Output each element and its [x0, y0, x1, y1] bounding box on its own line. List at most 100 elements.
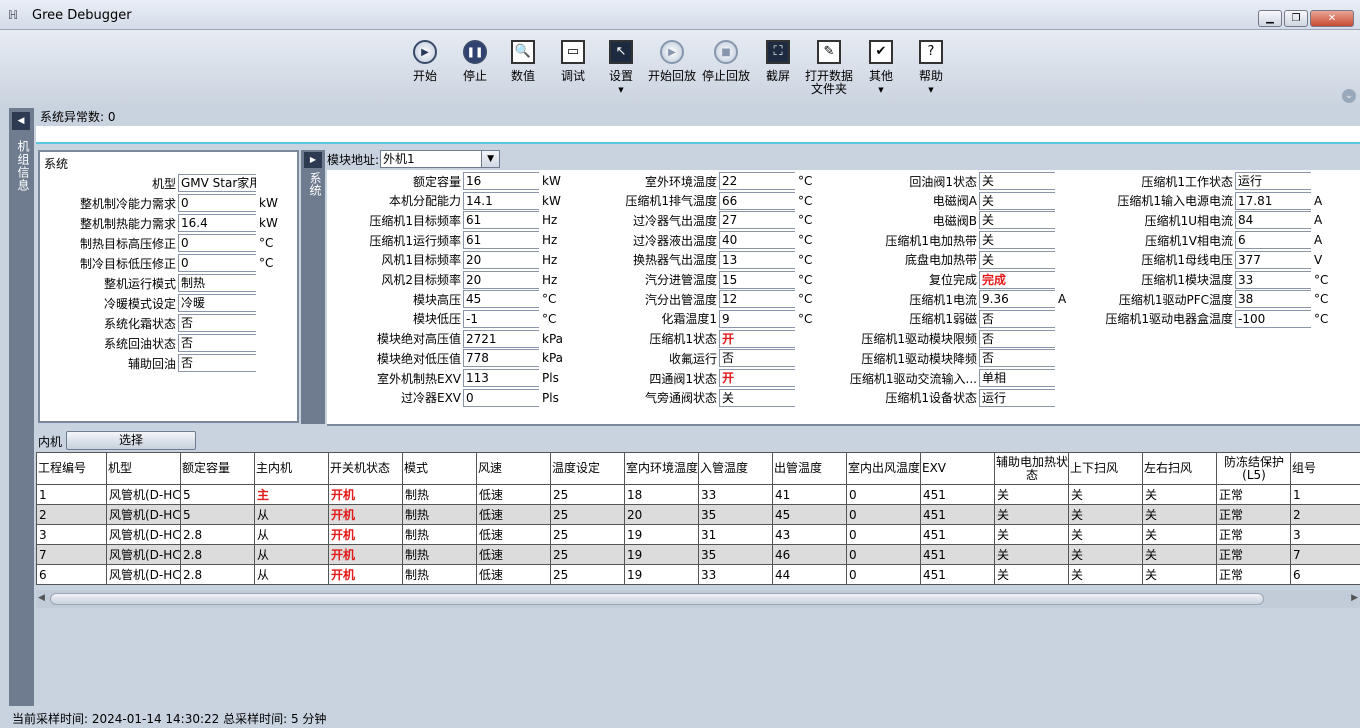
- module-field: 压缩机1母线电压 377 V: [1087, 250, 1323, 269]
- column-header[interactable]: 入管温度: [698, 452, 773, 485]
- field-label: 汽分进管温度: [644, 273, 717, 287]
- title-bar: ℍ Gree Debugger ▁ ❐ ✕: [0, 0, 1360, 30]
- field-value: 完成: [979, 270, 1055, 289]
- field-value: 6: [1235, 231, 1311, 250]
- unit-info-strip[interactable]: ◀ 机组信息: [9, 108, 34, 706]
- table-cell: 低速: [476, 544, 551, 565]
- scrollbar-thumb[interactable]: [50, 593, 1264, 605]
- module-field: 压缩机1驱动交流输入... 单相: [831, 369, 1058, 387]
- module-field: 模块高压 45 °C: [327, 290, 556, 309]
- minimize-button[interactable]: ▁: [1258, 10, 1282, 27]
- module-field: 压缩机1V相电流 6 A: [1087, 231, 1322, 250]
- table-cell: 2.8: [180, 544, 255, 565]
- field-label: 压缩机1驱动电器盒温度: [1105, 312, 1233, 327]
- other-button[interactable]: ✔ 其他 ▼: [864, 38, 898, 97]
- scroll-right-icon[interactable]: ▶: [1351, 593, 1358, 603]
- system-field: 制热目标高压修正 0 °C: [42, 234, 273, 252]
- field-value: 38: [1235, 290, 1311, 309]
- table-cell: 关: [1068, 504, 1143, 525]
- table-row[interactable]: 1 风管机(D-HC 5 主开机 制热 低速 25 18 33 41 0 451 关关关正常 1: [36, 484, 1360, 505]
- column-header[interactable]: 额定容量: [180, 452, 255, 485]
- column-header[interactable]: 主内机: [254, 452, 329, 485]
- collapse-ribbon-icon[interactable]: ⌄: [1342, 89, 1356, 103]
- field-unit: A: [1314, 213, 1323, 228]
- field-label: 压缩机1驱动模块降频: [861, 351, 977, 366]
- table-row[interactable]: 6 风管机(D-HC 2.8 从开机 制热 低速 25 19 33 44 0 451 关关关正常 6: [36, 564, 1360, 585]
- module-address-select[interactable]: 外机1 ▼: [380, 150, 501, 168]
- field-value: 20: [463, 270, 539, 289]
- column-header[interactable]: 左右扫风: [1142, 452, 1217, 485]
- start-replay-button[interactable]: ▶ 开始回放: [646, 38, 698, 83]
- field-label: 压缩机1设备状态: [885, 391, 977, 406]
- column-header[interactable]: 辅助电加热状态: [994, 452, 1069, 485]
- column-header[interactable]: 出管温度: [772, 452, 847, 485]
- chevron-down-icon[interactable]: ▼: [481, 151, 500, 167]
- column-header[interactable]: 室内环境温度: [624, 452, 699, 485]
- table-cell: 关: [994, 524, 1069, 545]
- column-header[interactable]: 防冻结保护(L5): [1216, 452, 1291, 485]
- field-label: 压缩机1驱动模块限频: [861, 332, 977, 347]
- table-row[interactable]: 7 风管机(D-HC 2.8 从开机 制热 低速 25 19 35 46 0 451 关关关正常 7: [36, 544, 1360, 565]
- table-cell: 从: [254, 524, 329, 545]
- dropdown-arrow-icon: ▼: [618, 86, 624, 94]
- column-header[interactable]: 组号: [1290, 452, 1360, 485]
- screenshot-label: 截屏: [765, 69, 790, 83]
- help-button[interactable]: ? 帮助 ▼: [914, 38, 948, 97]
- field-unit: °C: [798, 193, 813, 208]
- field-label: 压缩机1状态: [649, 332, 717, 347]
- open-data-folder-button[interactable]: ✎ 打开数据 文件夹: [804, 38, 854, 96]
- table-cell: 关: [994, 484, 1069, 505]
- column-header[interactable]: 机型: [106, 452, 181, 485]
- module-field: 本机分配能力 14.1 kW: [327, 191, 561, 210]
- column-header[interactable]: 模式: [402, 452, 477, 485]
- expand-right-icon[interactable]: ▶: [304, 152, 322, 168]
- screenshot-button[interactable]: ⛶ 截屏: [758, 38, 798, 83]
- system-field: 冷暖模式设定 冷暖: [42, 294, 259, 312]
- table-row[interactable]: 3 风管机(D-HC 2.8 从开机 制热 低速 25 19 31 43 0 451 关关关正常 3: [36, 524, 1360, 545]
- scroll-left-icon[interactable]: ◀: [38, 593, 45, 603]
- select-button[interactable]: 选择: [66, 431, 196, 450]
- column-header[interactable]: 温度设定: [550, 452, 625, 485]
- stop-label: 停止: [462, 69, 487, 83]
- field-label: 回油阀1状态: [909, 174, 977, 189]
- table-cell: 开机: [328, 484, 403, 505]
- field-label: 压缩机1母线电压: [1141, 253, 1233, 268]
- values-button[interactable]: 🔍 数值: [506, 38, 540, 83]
- table-cell: 关: [994, 544, 1069, 565]
- table-cell: 5: [180, 484, 255, 505]
- table-cell: 制热: [402, 524, 477, 545]
- field-value: 778: [463, 349, 539, 368]
- table-cell: 关: [1068, 524, 1143, 545]
- horizontal-scrollbar[interactable]: ◀ ▶: [36, 590, 1360, 608]
- module-field: 过冷器液出温度 40 °C: [577, 231, 812, 250]
- table-cell: 制热: [402, 504, 477, 525]
- table-cell: 451: [920, 564, 995, 585]
- cursor-icon-glyph: ↖: [609, 40, 633, 64]
- field-unit: °C: [798, 292, 813, 307]
- table-cell: 5: [180, 504, 255, 525]
- field-label: 底盘电加热带: [904, 253, 977, 268]
- settings-button[interactable]: ↖ 设置 ▼: [604, 38, 638, 97]
- column-header[interactable]: 工程编号: [36, 452, 107, 485]
- module-field: 压缩机1模块温度 33 °C: [1087, 270, 1328, 289]
- column-header[interactable]: 室内出风温度: [846, 452, 921, 485]
- table-cell: 风管机(D-HC: [106, 524, 181, 545]
- field-unit: V: [1314, 252, 1323, 267]
- module-side-strip[interactable]: ▶ 系统: [301, 150, 325, 424]
- start-button[interactable]: ▶ 开始: [408, 38, 442, 83]
- column-header[interactable]: 上下扫风: [1068, 452, 1143, 485]
- column-header[interactable]: 风速: [476, 452, 551, 485]
- debug-button[interactable]: ▭ 调试: [556, 38, 590, 83]
- stop-replay-button[interactable]: ■ 停止回放: [700, 38, 752, 83]
- table-cell: 451: [920, 524, 995, 545]
- close-button[interactable]: ✕: [1310, 10, 1354, 27]
- field-value: GMV Star家用: [178, 174, 256, 192]
- column-header[interactable]: EXV: [920, 452, 995, 485]
- collapse-left-icon[interactable]: ◀: [12, 112, 30, 130]
- table-row[interactable]: 2 风管机(D-HC 5 从开机 制热 低速 25 20 35 45 0 451 关关关正常 2: [36, 504, 1360, 525]
- column-header[interactable]: 开关机状态: [328, 452, 403, 485]
- restore-button[interactable]: ❐: [1284, 10, 1308, 27]
- stop-button[interactable]: ❚❚ 停止: [458, 38, 492, 83]
- field-value: 45: [463, 290, 539, 309]
- module-field: 底盘电加热带关: [831, 250, 1058, 269]
